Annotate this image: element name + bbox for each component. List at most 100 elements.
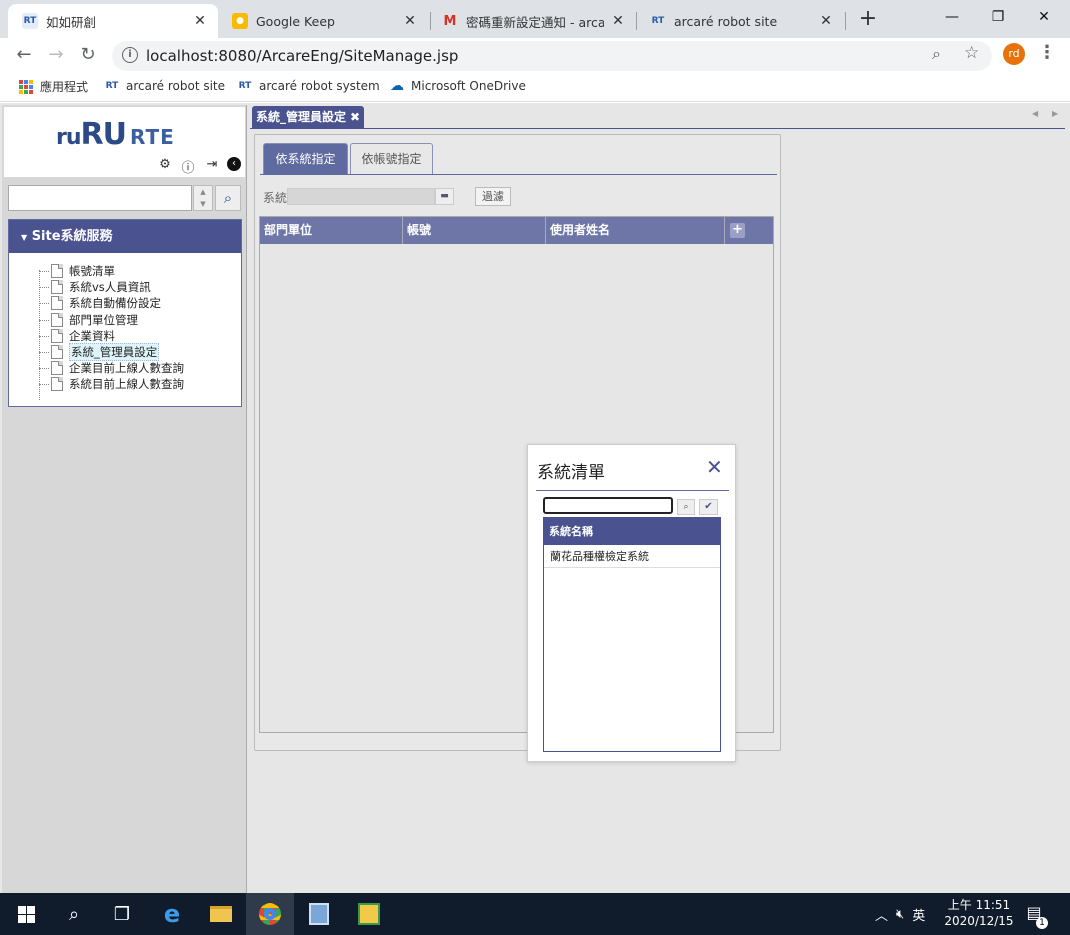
app-tool-icon[interactable] (345, 893, 393, 935)
apps-icon (18, 79, 34, 95)
column-header-department[interactable]: 部門單位 (260, 217, 403, 244)
checkmark-icon[interactable]: ✔ (699, 499, 718, 515)
close-tab-icon[interactable]: ✕ (192, 13, 208, 29)
document-icon (51, 296, 63, 311)
forward-button[interactable]: → (44, 43, 68, 67)
browser-tab-4[interactable]: RT arcaré robot site ✕ (636, 4, 844, 38)
tab-by-system[interactable]: 依系統指定 (263, 143, 348, 174)
nav-tree: 帳號清單 系統vs人員資訊 系統自動備份設定 部門單位管理 企業資料 系統_管理… (39, 263, 184, 393)
dialog-title: 系統清單 (537, 463, 605, 483)
system-field[interactable] (287, 188, 435, 205)
logout-icon[interactable]: ⇥ (204, 157, 220, 172)
ime-indicator[interactable]: 英 (912, 905, 925, 924)
sidebar-item-auto-backup[interactable]: 系統自動備份設定 (39, 295, 184, 311)
onedrive-icon: ☁ (390, 78, 404, 94)
logo-area: ruRU RTE ⚙ ⓘ ⇥ ‹ (4, 107, 245, 177)
windows-taskbar: ⌕ ❐ e ︿ 🔇︎ 英 上午 11:51 2020/12/15 ▤ 1 (0, 893, 1070, 935)
close-tab-icon[interactable]: ✕ (818, 13, 834, 29)
restore-button[interactable]: ❐ (978, 4, 1018, 30)
sidebar-item-enterprise-online[interactable]: 企業目前上線人數查詢 (39, 360, 184, 376)
dialog-search-input[interactable] (543, 497, 673, 514)
grid-header: 部門單位 帳號 使用者姓名 + (260, 217, 773, 244)
sidebar-search-input[interactable] (8, 185, 192, 211)
app-logo: ruRU RTE (56, 117, 175, 152)
info-icon[interactable]: i (122, 47, 138, 63)
scroll-left-icon[interactable]: ◀ (1032, 109, 1038, 118)
column-header-account[interactable]: 帳號 (403, 217, 546, 244)
info-icon[interactable]: ⓘ (180, 157, 196, 176)
search-icon[interactable]: ⌕ (50, 893, 98, 935)
caret-down-icon: ▼ (21, 233, 28, 242)
sidebar-item-label: 系統自動備份設定 (69, 296, 161, 311)
tab-underline (250, 128, 1065, 129)
sidebar-item-enterprise[interactable]: 企業資料 (39, 328, 184, 344)
scroll-right-icon[interactable]: ▶ (1052, 109, 1058, 118)
chevron-up-icon[interactable]: ︿ (875, 905, 888, 924)
profile-avatar[interactable]: rd (1003, 43, 1025, 65)
sidebar-item-label: 系統目前上線人數查詢 (69, 377, 184, 392)
windows-start-icon[interactable] (2, 893, 50, 935)
search-icon[interactable]: ⌕ (215, 185, 241, 211)
search-icon[interactable]: ⌕ (677, 499, 695, 515)
bookmark-apps[interactable]: 應用程式 (18, 78, 88, 95)
sidebar-item-label: 系統_管理員設定 (69, 343, 160, 362)
new-tab-button[interactable]: + (856, 8, 880, 32)
url-text[interactable]: localhost:8080/ArcareEng/SiteManage.jsp (146, 47, 458, 65)
rt-favicon-icon: RT (22, 13, 38, 29)
sidebar-item-admin-settings[interactable]: 系統_管理員設定 (39, 343, 184, 362)
document-icon (51, 361, 63, 376)
volume-muted-icon[interactable]: 🔇︎ (896, 907, 904, 922)
filter-button[interactable]: 過濾 (475, 187, 511, 206)
tab-by-account[interactable]: 依帳號指定 (350, 143, 433, 174)
browser-tab-2[interactable]: ● Google Keep ✕ (218, 4, 428, 38)
bookmark-robot-site[interactable]: RT arcaré robot site (104, 78, 225, 94)
sidebar-item-account-list[interactable]: 帳號清單 (39, 263, 184, 279)
rt-favicon-icon: RT (238, 81, 252, 91)
browser-toolbar: ← → ↻ i localhost:8080/ArcareEng/SiteMan… (0, 38, 1070, 72)
notification-icon[interactable]: ▤ 1 (1022, 903, 1048, 929)
browser-menu-icon[interactable]: ⋮ (1038, 42, 1056, 66)
rt-favicon-icon: RT (651, 16, 665, 26)
close-tab-icon[interactable]: ✖ (350, 110, 360, 124)
close-window-button[interactable]: ✕ (1024, 4, 1064, 30)
tab-admin-settings[interactable]: 系統_管理員設定 ✖ (252, 106, 365, 128)
nav-panel-header[interactable]: ▼ Site系統服務 (9, 220, 241, 253)
list-item[interactable]: 蘭花品種權檢定系統 (544, 545, 720, 568)
nav-panel-title: Site系統服務 (31, 229, 113, 244)
bookmark-onedrive[interactable]: ☁ Microsoft OneDrive (389, 78, 526, 94)
system-label: 系統 (263, 191, 288, 205)
zoom-icon[interactable]: ⌕ (932, 44, 941, 64)
document-icon (51, 328, 63, 343)
browser-tab-1[interactable]: RT 如如研創 ✕ (8, 4, 218, 38)
browser-tab-3[interactable]: M 密碼重新設定通知 - arcare ✕ (428, 4, 636, 38)
task-view-icon[interactable]: ❐ (98, 893, 146, 935)
search-spinner[interactable]: ▲ ▼ (193, 185, 213, 211)
close-tab-icon[interactable]: ✕ (402, 13, 418, 29)
add-icon[interactable]: + (730, 223, 745, 238)
column-header-username[interactable]: 使用者姓名 (546, 217, 725, 244)
reload-button[interactable]: ↻ (76, 43, 100, 67)
sidebar-item-system-online[interactable]: 系統目前上線人數查詢 (39, 376, 184, 392)
subtab-underline (260, 174, 777, 175)
browser-tab-title: 如如研創 (46, 14, 97, 30)
folder-open-icon[interactable]: ▬ (435, 188, 454, 205)
address-bar[interactable]: i localhost:8080/ArcareEng/SiteManage.js… (112, 41, 992, 71)
bookmark-star-icon[interactable]: ☆ (964, 43, 979, 63)
sidebar-item-department[interactable]: 部門單位管理 (39, 312, 184, 328)
clock-date: 2020/12/15 (944, 914, 1014, 928)
server-manager-icon[interactable] (295, 893, 343, 935)
browser-tab-title: Google Keep (256, 13, 335, 29)
close-icon[interactable]: ✕ (706, 455, 723, 479)
minimize-button[interactable]: — (932, 4, 972, 30)
collapse-icon[interactable]: ‹ (227, 157, 241, 171)
internet-explorer-icon[interactable]: e (148, 893, 196, 935)
taskbar-clock[interactable]: 上午 11:51 2020/12/15 (940, 897, 1018, 929)
chrome-icon[interactable] (246, 893, 294, 935)
bookmark-robot-system[interactable]: RT arcaré robot system (237, 78, 380, 94)
gear-icon[interactable]: ⚙ (157, 157, 173, 172)
sidebar-item-system-vs-person[interactable]: 系統vs人員資訊 (39, 279, 184, 295)
browser-tab-strip: RT 如如研創 ✕ ● Google Keep ✕ M 密碼重新設定通知 - a… (0, 0, 1070, 38)
file-explorer-icon[interactable] (197, 893, 245, 935)
close-tab-icon[interactable]: ✕ (610, 13, 626, 29)
back-button[interactable]: ← (12, 43, 36, 67)
